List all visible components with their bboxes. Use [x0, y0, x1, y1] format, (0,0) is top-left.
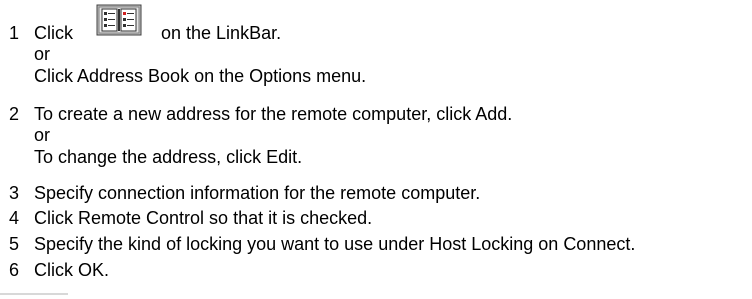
step-number: 4	[9, 208, 20, 228]
step-text: Click OK.	[34, 260, 110, 280]
step-number: 2	[9, 104, 20, 124]
step-number: 5	[9, 234, 20, 254]
step-number: 3	[9, 183, 20, 203]
step-number: 1	[9, 23, 20, 43]
step-text: To create a new address for the remote c…	[34, 104, 513, 124]
step-text: Specify the kind of locking you want to …	[34, 234, 636, 254]
step-text: Click Remote Control so that it is check…	[34, 208, 373, 228]
bottom-divider	[0, 293, 68, 295]
step-1-after-icon: on the LinkBar.	[161, 23, 282, 43]
or-label: or	[34, 125, 51, 145]
step-alt-text: Click Address Book on the Options menu.	[34, 66, 367, 86]
or-label: or	[34, 44, 51, 64]
step-alt-text: To change the address, click Edit.	[34, 147, 303, 167]
step-number: 6	[9, 260, 20, 280]
step-text: Specify connection information for the r…	[34, 183, 481, 203]
help-page: { "steps": [ { "number": "1", "before_ic…	[0, 0, 752, 299]
step-text: Click	[34, 23, 73, 43]
address-book-icon[interactable]	[96, 4, 142, 36]
